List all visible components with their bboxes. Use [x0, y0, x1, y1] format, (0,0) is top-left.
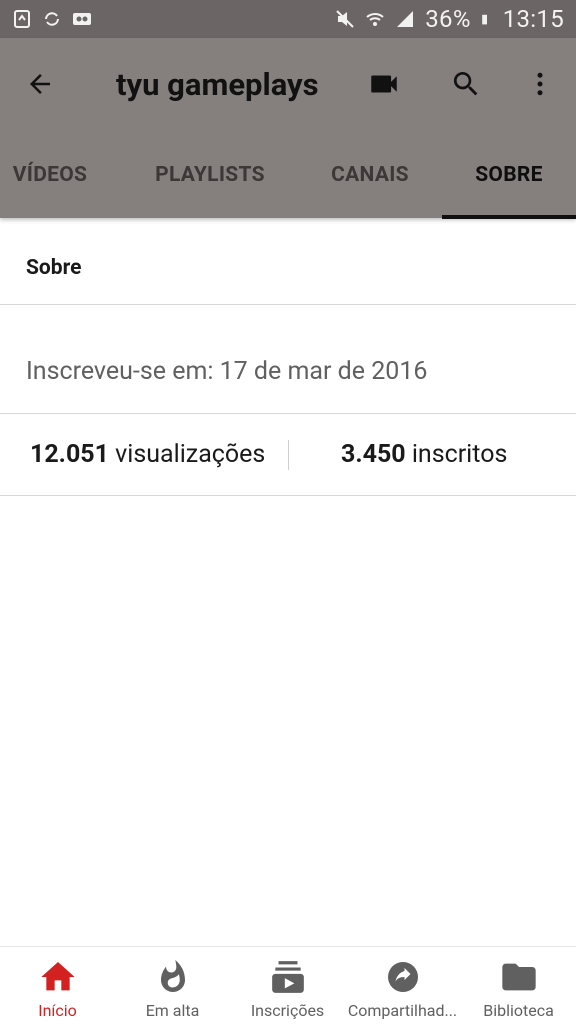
tab-about[interactable]: SOBRE [442, 132, 576, 218]
status-bar: 36% 13:15 [0, 0, 576, 38]
divider [0, 495, 576, 496]
bottom-navigation: Início Em alta Inscrições Compartilhad..… [0, 946, 576, 1024]
more-options-button[interactable] [518, 62, 562, 106]
nav-home-label: Início [38, 1001, 77, 1020]
about-heading: Sobre [26, 256, 82, 280]
active-tab-indicator [442, 215, 576, 219]
status-right: 36% 13:15 [335, 5, 564, 33]
app-header: tyu gameplays VÍDEOS PLAYLISTS CANAIS SO… [0, 38, 576, 219]
nav-home[interactable]: Início [0, 947, 115, 1024]
status-left [12, 9, 92, 29]
nav-shared[interactable]: Compartilhad... [345, 947, 460, 1024]
channel-tabs: VÍDEOS PLAYLISTS CANAIS SOBRE [0, 132, 576, 219]
upload-video-button[interactable] [362, 62, 406, 106]
divider [0, 304, 576, 305]
voicemail-icon [73, 13, 91, 25]
toolbar: tyu gameplays [0, 38, 576, 132]
views-label: visualizações [115, 440, 266, 469]
library-icon [499, 957, 539, 997]
tab-videos[interactable]: VÍDEOS [0, 132, 100, 218]
views-stat: 12.051 visualizações [30, 440, 265, 469]
channel-title: tyu gameplays [116, 66, 319, 103]
arrow-left-icon [30, 74, 50, 94]
nav-trending[interactable]: Em alta [115, 947, 230, 1024]
wifi-icon [366, 13, 384, 26]
share-icon [383, 957, 423, 997]
subscribers-label: inscritos [411, 440, 508, 469]
clock: 13:15 [502, 5, 564, 33]
nav-shared-label: Compartilhad... [347, 1001, 458, 1020]
signal-icon [397, 11, 414, 27]
back-button[interactable] [18, 62, 62, 106]
battery-percent: 36% [425, 5, 471, 33]
joined-date: Inscreveu-se em: 17 de mar de 2016 [26, 357, 428, 386]
subscriptions-icon [268, 957, 308, 997]
mute-icon [336, 10, 354, 28]
recycle-icon [14, 10, 30, 28]
nav-library-label: Biblioteca [483, 1001, 554, 1020]
subscribers-count: 3.450 [341, 440, 406, 469]
home-icon [38, 957, 78, 997]
tab-channels[interactable]: CANAIS [310, 132, 430, 218]
channel-stats: 12.051 visualizações 3.450 inscritos [0, 414, 576, 496]
stats-separator [288, 440, 289, 470]
battery-icon [481, 14, 487, 25]
video-camera-icon [371, 75, 397, 93]
subscribers-stat: 3.450 inscritos [341, 440, 507, 469]
nav-subscriptions-label: Inscrições [250, 1001, 325, 1020]
nav-library[interactable]: Biblioteca [461, 947, 576, 1024]
tab-playlists[interactable]: PLAYLISTS [140, 132, 280, 218]
nav-subscriptions[interactable]: Inscrições [230, 947, 345, 1024]
search-button[interactable] [444, 62, 488, 106]
views-count: 12.051 [30, 440, 109, 469]
nav-trending-label: Em alta [145, 1001, 200, 1020]
search-icon [453, 72, 478, 96]
sync-icon [45, 12, 59, 26]
more-vert-icon [537, 72, 543, 96]
trending-icon [153, 957, 193, 997]
